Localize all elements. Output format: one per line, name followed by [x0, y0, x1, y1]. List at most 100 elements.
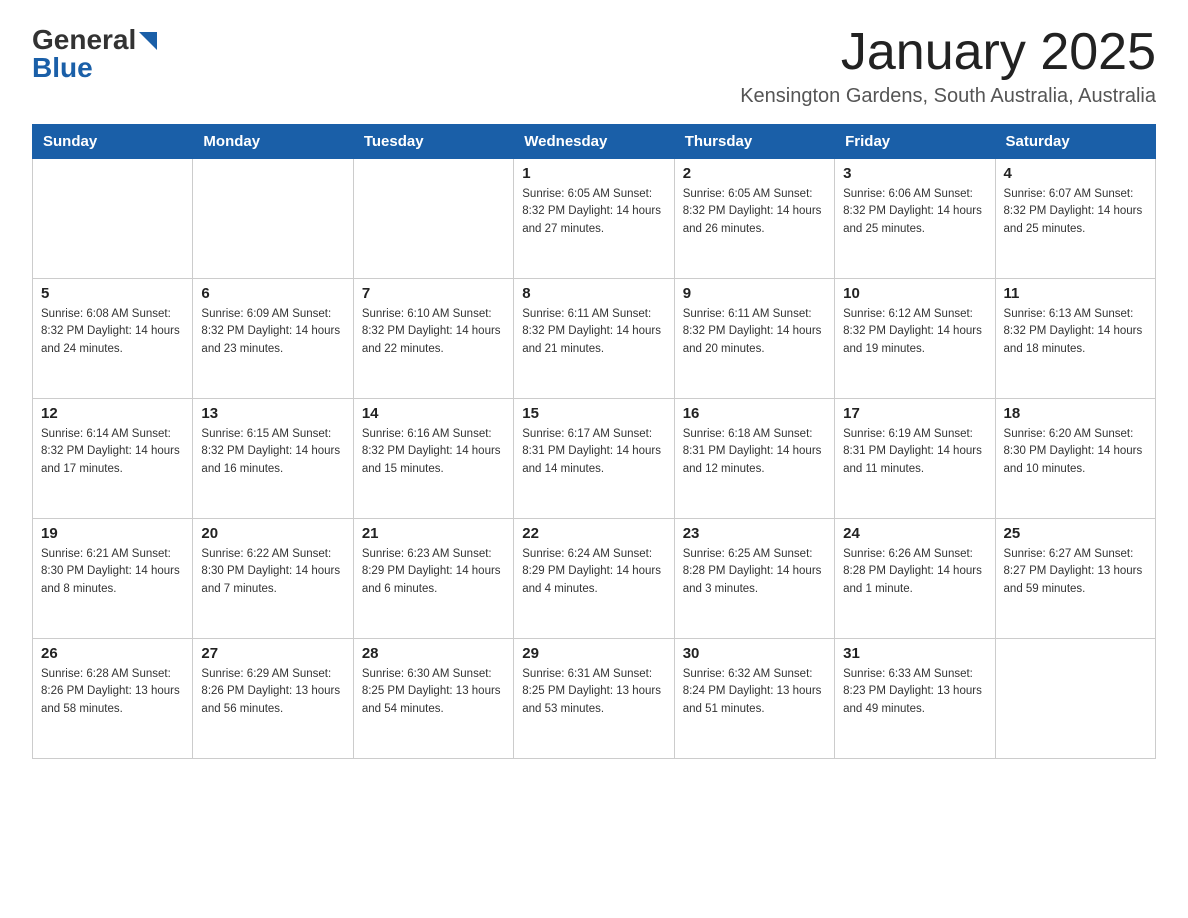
day-info: Sunrise: 6:22 AM Sunset: 8:30 PM Dayligh…	[201, 546, 344, 598]
day-info: Sunrise: 6:30 AM Sunset: 8:25 PM Dayligh…	[362, 666, 505, 718]
header-thursday: Thursday	[674, 125, 834, 159]
day-number: 1	[522, 165, 665, 182]
calendar-table: Sunday Monday Tuesday Wednesday Thursday…	[32, 124, 1156, 759]
day-info: Sunrise: 6:11 AM Sunset: 8:32 PM Dayligh…	[522, 306, 665, 358]
header-monday: Monday	[193, 125, 353, 159]
day-number: 22	[522, 525, 665, 542]
day-info: Sunrise: 6:33 AM Sunset: 8:23 PM Dayligh…	[843, 666, 986, 718]
header-friday: Friday	[835, 125, 995, 159]
calendar-cell: 8 Sunrise: 6:11 AM Sunset: 8:32 PM Daylig…	[514, 279, 674, 399]
day-info: Sunrise: 6:19 AM Sunset: 8:31 PM Dayligh…	[843, 426, 986, 478]
calendar-cell: 2 Sunrise: 6:05 AM Sunset: 8:32 PM Daylig…	[674, 159, 834, 279]
calendar-cell: 12 Sunrise: 6:14 AM Sunset: 8:32 PM Dayli…	[33, 399, 193, 519]
day-number: 11	[1004, 285, 1147, 302]
calendar-cell: 14Sunrise: 6:16 AM Sunset: 8:32 PM Dayli…	[353, 399, 513, 519]
day-number: 5	[41, 285, 184, 302]
calendar-cell	[33, 159, 193, 279]
day-number: 14	[362, 405, 505, 422]
day-info: Sunrise: 6:08 AM Sunset: 8:32 PM Dayligh…	[41, 306, 184, 358]
day-info: Sunrise: 6:12 AM Sunset: 8:32 PM Dayligh…	[843, 306, 986, 358]
calendar-cell: 20Sunrise: 6:22 AM Sunset: 8:30 PM Dayli…	[193, 519, 353, 639]
day-number: 23	[683, 525, 826, 542]
calendar-cell: 9 Sunrise: 6:11 AM Sunset: 8:32 PM Daylig…	[674, 279, 834, 399]
day-info: Sunrise: 6:09 AM Sunset: 8:32 PM Dayligh…	[201, 306, 344, 358]
calendar-cell: 31 Sunrise: 6:33 AM Sunset: 8:23 PM Dayli…	[835, 639, 995, 759]
calendar-cell: 16 Sunrise: 6:18 AM Sunset: 8:31 PM Dayli…	[674, 399, 834, 519]
title-section: January 2025 Kensington Gardens, South A…	[740, 24, 1156, 108]
day-info: Sunrise: 6:10 AM Sunset: 8:32 PM Dayligh…	[362, 306, 505, 358]
day-number: 8	[522, 285, 665, 302]
day-info: Sunrise: 6:20 AM Sunset: 8:30 PM Dayligh…	[1004, 426, 1147, 478]
logo-blue-text: Blue	[32, 52, 93, 84]
day-number: 30	[683, 645, 826, 662]
day-number: 7	[362, 285, 505, 302]
day-number: 24	[843, 525, 986, 542]
day-number: 9	[683, 285, 826, 302]
calendar-cell: 22 Sunrise: 6:24 AM Sunset: 8:29 PM Dayli…	[514, 519, 674, 639]
day-info: Sunrise: 6:24 AM Sunset: 8:29 PM Dayligh…	[522, 546, 665, 598]
logo: General Blue	[32, 24, 157, 84]
calendar-week-row: 5 Sunrise: 6:08 AM Sunset: 8:32 PM Daylig…	[33, 279, 1156, 399]
calendar-cell	[193, 159, 353, 279]
day-info: Sunrise: 6:17 AM Sunset: 8:31 PM Dayligh…	[522, 426, 665, 478]
calendar-cell: 24 Sunrise: 6:26 AM Sunset: 8:28 PM Dayli…	[835, 519, 995, 639]
day-number: 21	[362, 525, 505, 542]
calendar-cell: 17 Sunrise: 6:19 AM Sunset: 8:31 PM Dayli…	[835, 399, 995, 519]
page-header: General Blue January 2025 Kensington Gar…	[32, 24, 1156, 108]
day-number: 6	[201, 285, 344, 302]
calendar-cell: 13 Sunrise: 6:15 AM Sunset: 8:32 PM Dayli…	[193, 399, 353, 519]
calendar-week-row: 1 Sunrise: 6:05 AM Sunset: 8:32 PM Daylig…	[33, 159, 1156, 279]
calendar-week-row: 26 Sunrise: 6:28 AM Sunset: 8:26 PM Dayli…	[33, 639, 1156, 759]
day-number: 26	[41, 645, 184, 662]
day-number: 2	[683, 165, 826, 182]
header-tuesday: Tuesday	[353, 125, 513, 159]
calendar-cell: 21Sunrise: 6:23 AM Sunset: 8:29 PM Dayli…	[353, 519, 513, 639]
calendar-week-row: 12 Sunrise: 6:14 AM Sunset: 8:32 PM Dayli…	[33, 399, 1156, 519]
calendar-cell: 18 Sunrise: 6:20 AM Sunset: 8:30 PM Dayli…	[995, 399, 1155, 519]
calendar-cell: 29 Sunrise: 6:31 AM Sunset: 8:25 PM Dayli…	[514, 639, 674, 759]
day-info: Sunrise: 6:31 AM Sunset: 8:25 PM Dayligh…	[522, 666, 665, 718]
day-number: 15	[522, 405, 665, 422]
calendar-cell: 25Sunrise: 6:27 AM Sunset: 8:27 PM Dayli…	[995, 519, 1155, 639]
calendar-header-row: Sunday Monday Tuesday Wednesday Thursday…	[33, 125, 1156, 159]
day-info: Sunrise: 6:07 AM Sunset: 8:32 PM Dayligh…	[1004, 186, 1147, 238]
day-info: Sunrise: 6:26 AM Sunset: 8:28 PM Dayligh…	[843, 546, 986, 598]
day-number: 18	[1004, 405, 1147, 422]
header-sunday: Sunday	[33, 125, 193, 159]
calendar-cell: 5 Sunrise: 6:08 AM Sunset: 8:32 PM Daylig…	[33, 279, 193, 399]
day-number: 13	[201, 405, 344, 422]
header-saturday: Saturday	[995, 125, 1155, 159]
day-number: 10	[843, 285, 986, 302]
calendar-cell: 3Sunrise: 6:06 AM Sunset: 8:32 PM Daylig…	[835, 159, 995, 279]
calendar-cell	[995, 639, 1155, 759]
day-number: 28	[362, 645, 505, 662]
day-info: Sunrise: 6:28 AM Sunset: 8:26 PM Dayligh…	[41, 666, 184, 718]
day-number: 17	[843, 405, 986, 422]
calendar-cell: 27Sunrise: 6:29 AM Sunset: 8:26 PM Dayli…	[193, 639, 353, 759]
calendar-cell: 23 Sunrise: 6:25 AM Sunset: 8:28 PM Dayli…	[674, 519, 834, 639]
day-info: Sunrise: 6:14 AM Sunset: 8:32 PM Dayligh…	[41, 426, 184, 478]
day-info: Sunrise: 6:18 AM Sunset: 8:31 PM Dayligh…	[683, 426, 826, 478]
day-number: 16	[683, 405, 826, 422]
day-number: 12	[41, 405, 184, 422]
month-title: January 2025	[740, 24, 1156, 81]
day-info: Sunrise: 6:05 AM Sunset: 8:32 PM Dayligh…	[683, 186, 826, 238]
header-wednesday: Wednesday	[514, 125, 674, 159]
day-info: Sunrise: 6:15 AM Sunset: 8:32 PM Dayligh…	[201, 426, 344, 478]
calendar-cell: 26 Sunrise: 6:28 AM Sunset: 8:26 PM Dayli…	[33, 639, 193, 759]
calendar-cell: 30 Sunrise: 6:32 AM Sunset: 8:24 PM Dayli…	[674, 639, 834, 759]
day-info: Sunrise: 6:06 AM Sunset: 8:32 PM Dayligh…	[843, 186, 986, 238]
calendar-cell	[353, 159, 513, 279]
day-number: 31	[843, 645, 986, 662]
day-number: 4	[1004, 165, 1147, 182]
day-number: 25	[1004, 525, 1147, 542]
day-info: Sunrise: 6:32 AM Sunset: 8:24 PM Dayligh…	[683, 666, 826, 718]
calendar-cell: 28 Sunrise: 6:30 AM Sunset: 8:25 PM Dayli…	[353, 639, 513, 759]
calendar-cell: 19Sunrise: 6:21 AM Sunset: 8:30 PM Dayli…	[33, 519, 193, 639]
day-info: Sunrise: 6:11 AM Sunset: 8:32 PM Dayligh…	[683, 306, 826, 358]
calendar-cell: 7 Sunrise: 6:10 AM Sunset: 8:32 PM Daylig…	[353, 279, 513, 399]
day-info: Sunrise: 6:21 AM Sunset: 8:30 PM Dayligh…	[41, 546, 184, 598]
logo-triangle-icon	[139, 32, 157, 50]
day-number: 29	[522, 645, 665, 662]
day-info: Sunrise: 6:25 AM Sunset: 8:28 PM Dayligh…	[683, 546, 826, 598]
